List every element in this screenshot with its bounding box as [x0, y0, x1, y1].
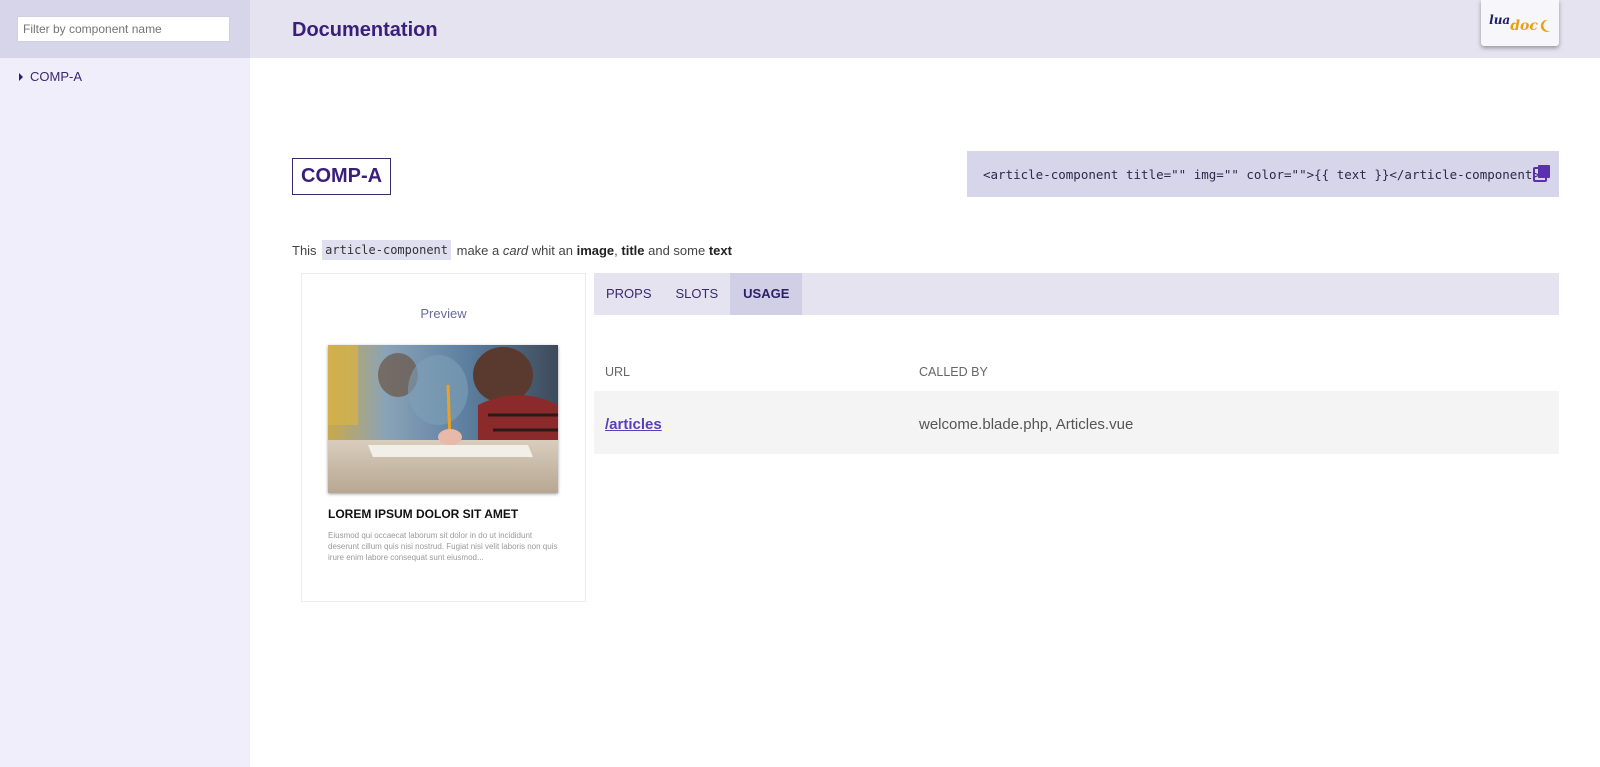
column-header-url: URL — [605, 365, 631, 379]
sidebar-item-comp-a[interactable]: COMP-A — [0, 58, 250, 84]
tab-props[interactable]: PROPS — [594, 273, 664, 315]
component-title: COMP-A — [292, 158, 392, 195]
desc-text: and some — [644, 242, 709, 258]
card-title: LOREM IPSUM DOLOR SIT AMET — [328, 507, 519, 521]
tab-bar: PROPS SLOTS USAGE — [594, 273, 1559, 315]
desc-text: This — [292, 242, 321, 258]
column-header-called-by: CALLED BY — [919, 365, 988, 379]
card-image — [328, 345, 558, 493]
top-header: Documentation lua doc — [250, 0, 1600, 58]
caret-right-icon — [19, 72, 23, 81]
desc-bold: text — [708, 242, 732, 258]
desc-text: , — [614, 242, 622, 258]
sidebar-item-label: COMP-A — [30, 69, 82, 84]
desc-bold: image — [576, 242, 615, 258]
tab-slots[interactable]: SLOTS — [664, 273, 731, 315]
component-description: This article-component make a card whit … — [292, 240, 732, 260]
preview-panel: Preview LOREM IPSUM DOLOR SIT AMET Eiusm… — [301, 273, 586, 602]
page-title: Documentation — [292, 19, 438, 41]
card-photo — [328, 345, 558, 493]
desc-emphasis: card — [502, 242, 529, 258]
table-row: /articles welcome.blade.php, Articles.vu… — [594, 391, 1559, 454]
logo-text-lua: lua — [1489, 13, 1511, 27]
code-snippet-box: <article-component title="" img="" color… — [967, 151, 1559, 197]
preview-label: Preview — [420, 306, 467, 321]
filter-input[interactable] — [17, 16, 230, 42]
sidebar-search-area — [0, 0, 250, 58]
desc-bold: title — [621, 242, 645, 258]
desc-code-chip: article-component — [322, 240, 451, 260]
card-text: Eiusmod qui occaecat laborum sit dolor i… — [328, 531, 558, 562]
code-snippet: <article-component title="" img="" color… — [983, 166, 1540, 182]
desc-text: make a — [453, 242, 503, 258]
sidebar: COMP-A — [0, 0, 250, 767]
moon-icon — [1540, 19, 1550, 32]
tab-usage[interactable]: USAGE — [730, 273, 803, 315]
desc-text: whit an — [528, 242, 577, 258]
app-logo[interactable]: lua doc — [1481, 0, 1559, 46]
logo-text-doc: doc — [1510, 18, 1538, 34]
usage-called-by: welcome.blade.php, Articles.vue — [919, 416, 1134, 433]
copy-icon[interactable] — [1533, 164, 1551, 182]
usage-url-link[interactable]: /articles — [605, 416, 662, 433]
